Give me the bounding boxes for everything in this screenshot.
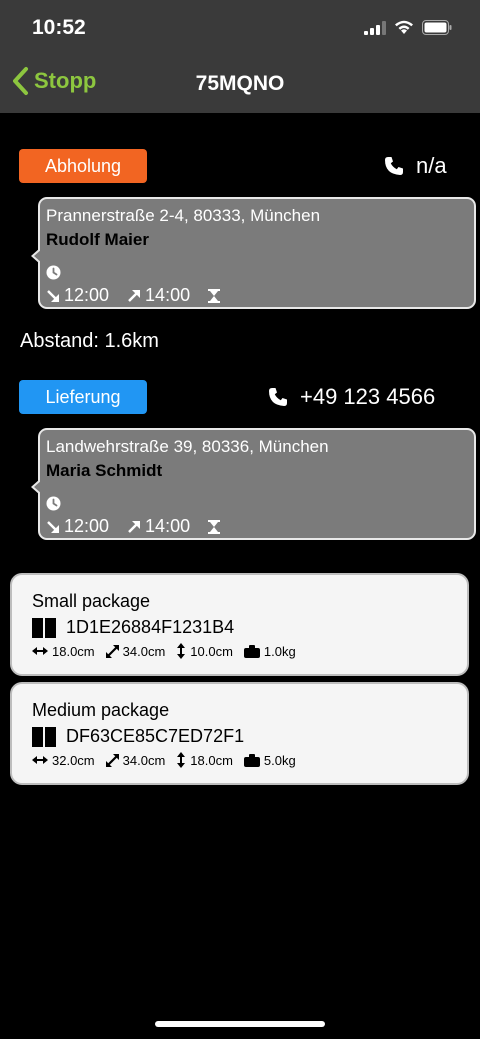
pickup-phone[interactable]: n/a <box>384 153 447 179</box>
signal-icon <box>364 20 386 35</box>
pickup-time-window: 12:00 14:00 <box>46 285 221 306</box>
delivery-address-card[interactable]: Landwehrstraße 39, 80336, München Maria … <box>31 428 476 540</box>
wifi-icon <box>395 20 413 34</box>
hourglass-icon <box>208 519 221 534</box>
pickup-address-card[interactable]: Prannerstraße 2-4, 80333, München Rudolf… <box>31 197 476 309</box>
package-dimensions: 32.0cm 34.0cm 18.0cm 5.0kg <box>32 752 296 768</box>
status-time: 10:52 <box>32 16 86 39</box>
book-icon <box>32 726 56 747</box>
package-length: 18.0cm <box>52 643 95 659</box>
delivery-time-window: 12:00 14:00 <box>46 516 221 537</box>
pickup-address: Prannerstraße 2-4, 80333, München <box>46 206 321 225</box>
delivery-address: Landwehrstraße 39, 80336, München <box>46 437 329 456</box>
package-width: 34.0cm <box>122 752 166 768</box>
page-title: 75MQNO <box>195 72 285 95</box>
delivery-phone-number: +49 123 4566 <box>300 384 436 409</box>
weight-icon <box>243 644 260 658</box>
package-barcode: DF63CE85C7ED72F1 <box>66 726 245 746</box>
clock-icon <box>46 496 61 511</box>
status-bar: 10:52 <box>0 0 480 56</box>
delivery-badge: Lieferung <box>19 380 147 414</box>
arrow-out-icon <box>128 289 141 302</box>
package-barcode-row: 1D1E26884F1231B4 <box>32 617 234 638</box>
battery-icon <box>422 20 452 35</box>
package-length: 32.0cm <box>52 752 95 768</box>
pickup-time-to: 14:00 <box>145 285 191 305</box>
distance-label: Abstand: 1.6km <box>20 330 159 352</box>
book-icon <box>32 617 56 638</box>
package-weight: 1.0kg <box>263 643 296 659</box>
package-card[interactable]: Small package 1D1E26884F1231B4 18.0cm 34… <box>10 573 469 676</box>
package-name: Medium package <box>32 700 170 720</box>
phone-icon <box>269 388 287 406</box>
width-arrow-icon <box>32 647 48 655</box>
pickup-time-from: 12:00 <box>64 285 110 305</box>
package-width: 34.0cm <box>122 643 166 659</box>
delivery-contact-name: Maria Schmidt <box>46 461 163 480</box>
package-height: 10.0cm <box>190 643 233 659</box>
height-arrow-icon <box>177 752 186 768</box>
delivery-phone[interactable]: +49 123 4566 <box>268 384 435 410</box>
delivery-time-to: 14:00 <box>145 516 191 536</box>
package-card[interactable]: Medium package DF63CE85C7ED72F1 32.0cm 3… <box>10 682 469 785</box>
status-icons <box>364 20 452 35</box>
delivery-time-from: 12:00 <box>64 516 110 536</box>
arrow-in-icon <box>47 289 59 302</box>
height-arrow-icon <box>177 643 186 659</box>
weight-icon <box>243 753 260 767</box>
pickup-phone-number: n/a <box>416 153 447 178</box>
phone-icon <box>385 157 403 175</box>
arrow-out-icon <box>128 520 141 533</box>
package-dimensions: 18.0cm 34.0cm 10.0cm 1.0kg <box>32 643 296 659</box>
clock-icon <box>46 265 61 280</box>
nav-bar: Stopp 75MQNO <box>0 56 480 113</box>
pickup-contact-name: Rudolf Maier <box>46 230 149 249</box>
package-height: 18.0cm <box>190 752 233 768</box>
diagonal-arrow-icon <box>105 753 119 767</box>
package-barcode: 1D1E26884F1231B4 <box>66 617 235 637</box>
home-indicator[interactable] <box>155 1021 325 1027</box>
pickup-badge: Abholung <box>19 149 147 183</box>
hourglass-icon <box>208 288 221 303</box>
width-arrow-icon <box>32 756 48 764</box>
diagonal-arrow-icon <box>105 644 119 658</box>
package-name: Small package <box>32 591 151 611</box>
package-barcode-row: DF63CE85C7ED72F1 <box>32 726 244 747</box>
package-weight: 5.0kg <box>263 752 296 768</box>
arrow-in-icon <box>47 520 59 533</box>
